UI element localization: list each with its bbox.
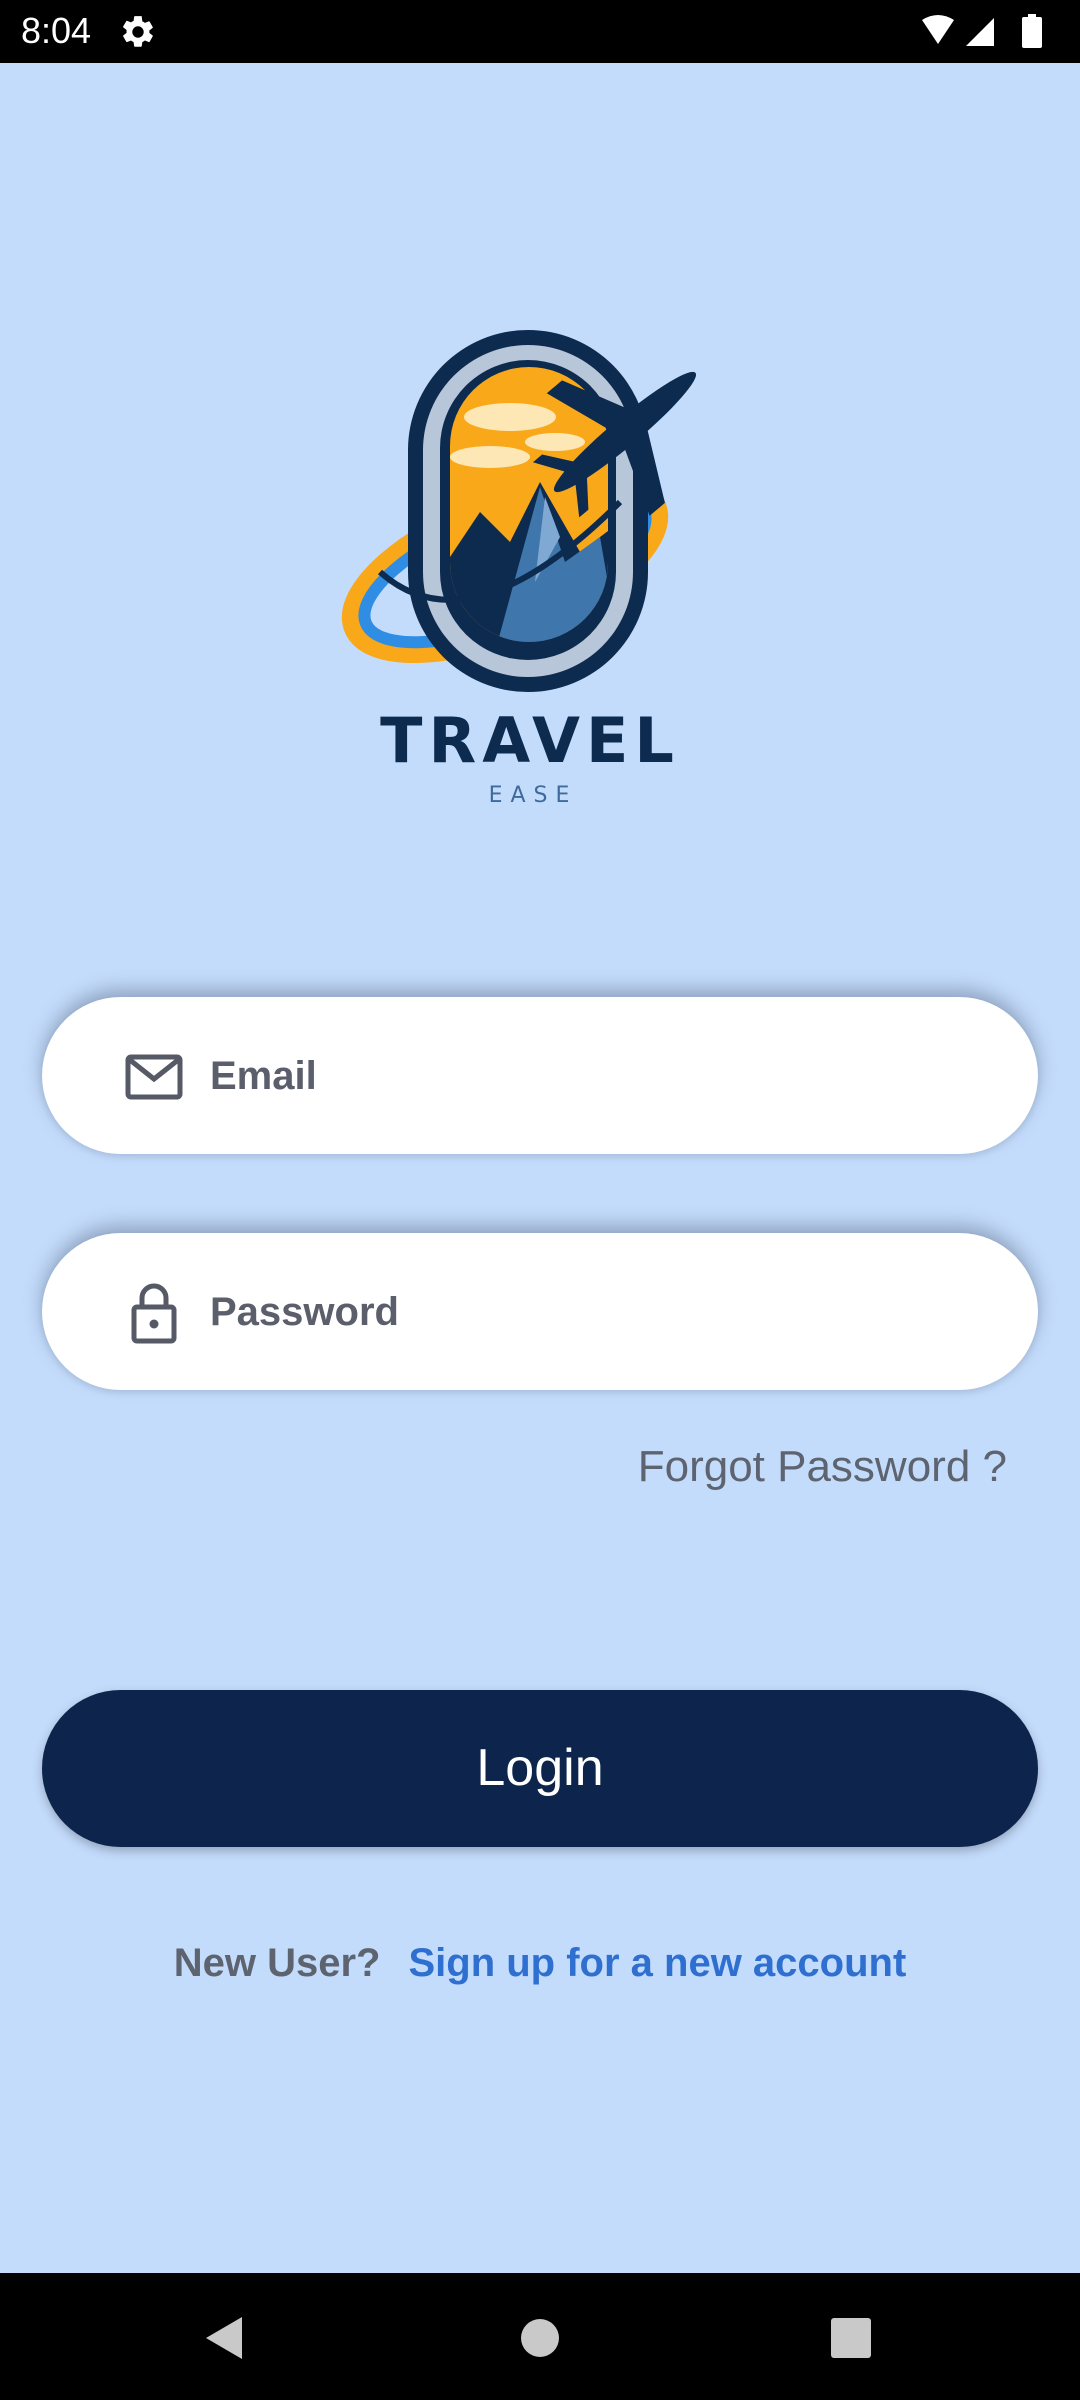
login-button[interactable]: Login <box>42 1690 1038 1847</box>
wifi-icon <box>922 15 954 44</box>
logo-title: TRAVEL <box>380 704 680 777</box>
mail-icon <box>125 1054 183 1100</box>
recents-icon[interactable] <box>830 2313 872 2363</box>
signup-row: New User? Sign up for a new account <box>0 1933 1080 1993</box>
home-icon[interactable] <box>520 2313 560 2363</box>
cellular-signal-icon <box>966 18 994 46</box>
new-user-text: New User? <box>173 1941 381 1985</box>
email-placeholder: Email <box>210 1054 317 1098</box>
lock-icon <box>131 1283 177 1344</box>
logo-subtitle: EASE <box>489 783 578 808</box>
settings-gear-icon <box>123 16 153 47</box>
battery-icon <box>1022 14 1042 48</box>
airplane-window-emblem <box>341 330 697 692</box>
signup-link[interactable]: Sign up for a new account <box>408 1941 906 1985</box>
status-icons <box>918 12 1058 52</box>
password-placeholder: Password <box>210 1290 399 1334</box>
forgot-password-link[interactable]: Forgot Password ? <box>638 1437 1007 1497</box>
back-icon[interactable] <box>200 2313 250 2363</box>
email-field[interactable]: Email <box>42 997 1038 1154</box>
navigation-bar <box>0 2273 1080 2400</box>
travel-ease-logo: TRAVEL EASE <box>320 322 760 812</box>
status-bar: 8:04 <box>0 0 1080 63</box>
status-time: 8:04 <box>21 10 92 51</box>
password-field[interactable]: Password <box>42 1233 1038 1390</box>
